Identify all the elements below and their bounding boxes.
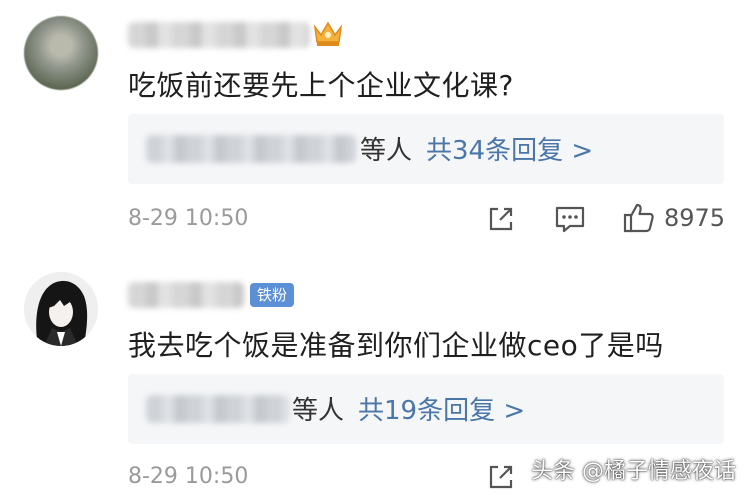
fan-badge: 铁粉 xyxy=(250,283,295,307)
reply-names-suffix: 等人 xyxy=(360,136,413,166)
avatar[interactable] xyxy=(24,16,98,90)
watermark: 头条 @橘子情感夜话 xyxy=(531,459,736,484)
reply-preview[interactable]: 等人 共34条回复 > xyxy=(128,114,724,184)
avatar[interactable] xyxy=(24,272,98,346)
share-button[interactable] xyxy=(486,204,516,234)
reply-preview[interactable]: 等人 共19条回复 > xyxy=(128,374,724,444)
replier-names-blurred xyxy=(146,135,356,163)
like-button[interactable]: 8975 xyxy=(622,202,725,234)
thumbs-up-icon xyxy=(623,203,654,233)
comment-button[interactable] xyxy=(554,204,586,234)
like-count: 8975 xyxy=(664,204,726,232)
share-icon xyxy=(489,207,513,231)
comment-timestamp: 8-29 10:50 xyxy=(128,464,249,489)
comment-text: 我去吃个饭是准备到你们企业做ceo了是吗 xyxy=(128,329,664,362)
username-blurred[interactable] xyxy=(128,282,244,308)
crown-icon xyxy=(313,21,343,46)
comment-icon xyxy=(555,206,585,233)
comment-timestamp: 8-29 10:50 xyxy=(128,206,249,231)
username-blurred[interactable] xyxy=(128,22,310,48)
share-icon xyxy=(489,465,513,489)
share-button[interactable] xyxy=(486,462,516,492)
reply-count-link[interactable]: 共19条回复 > xyxy=(358,396,525,426)
reply-count-link[interactable]: 共34条回复 > xyxy=(426,136,593,166)
anime-avatar-image xyxy=(24,272,98,346)
replier-names-blurred xyxy=(146,395,290,423)
reply-names-suffix: 等人 xyxy=(292,396,345,426)
comment-text: 吃饭前还要先上个企业文化课? xyxy=(128,69,514,102)
